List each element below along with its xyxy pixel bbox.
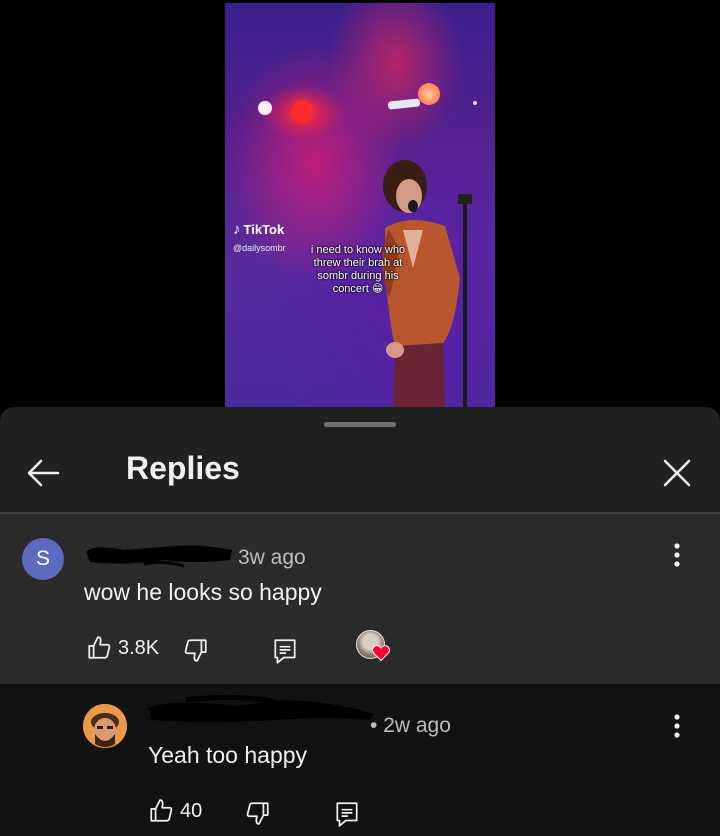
like-button[interactable]: 3.8K [86,635,159,661]
thumbs-up-icon [88,636,111,659]
comment-time: • 2w ago [370,714,451,737]
stage-light [473,101,477,105]
stage-light [258,101,272,115]
stage-light [387,98,421,110]
like-count: 40 [180,799,203,822]
stage-light [418,83,440,105]
avatar[interactable]: S [22,538,64,580]
video-player[interactable]: ♪ TikTok @dailysombr i need to know who … [225,3,495,407]
back-button[interactable] [20,450,66,496]
thumbs-down-icon [184,639,207,662]
comment-text: Yeah too happy [148,742,308,768]
thumbs-up-icon [150,799,173,822]
drag-handle[interactable] [324,422,396,427]
reply-comment: • 2w ago Yeah too happy 40 [0,684,720,836]
heart-icon [371,645,391,662]
reply-button[interactable] [334,800,360,828]
stage-light [291,101,313,123]
avatar-image [83,704,127,748]
dislike-button[interactable] [245,800,271,826]
tiktok-logo-icon: ♪ [233,221,241,238]
like-count: 3.8K [118,636,160,659]
redacted-username [86,545,232,568]
more-vert-icon[interactable] [665,541,689,571]
more-vert-icon [666,648,688,678]
tiktok-brand: TikTok [243,222,285,237]
more-vert-icon[interactable] [665,712,689,742]
creator-heart [356,630,392,666]
arrow-left-icon [27,459,60,487]
avatar-letter: S [35,547,50,570]
tiktok-handle: @dailysombr [233,243,286,253]
parent-comment: S 3w ago wow he looks so happy 3.8K [0,514,720,684]
sheet-title: Replies [126,450,240,486]
sheet-header: Replies [0,434,720,513]
close-button[interactable] [654,450,700,496]
comment-time: 3w ago [238,546,306,569]
comment-icon [274,639,296,664]
comment-text: wow he looks so happy [84,579,322,605]
video-caption: i need to know who threw their brah at s… [310,244,406,295]
tiktok-watermark: ♪ TikTok [233,222,284,237]
close-icon [663,459,691,487]
like-button[interactable]: 40 [148,798,202,824]
reply-button[interactable] [272,637,298,665]
replies-sheet: Replies S 3w ago wow he looks so happy 3… [0,407,720,836]
avatar[interactable] [83,704,127,748]
dislike-button[interactable] [183,637,209,663]
redacted-username [148,694,374,722]
comment-icon [336,802,358,827]
thumbs-down-icon [246,802,269,825]
